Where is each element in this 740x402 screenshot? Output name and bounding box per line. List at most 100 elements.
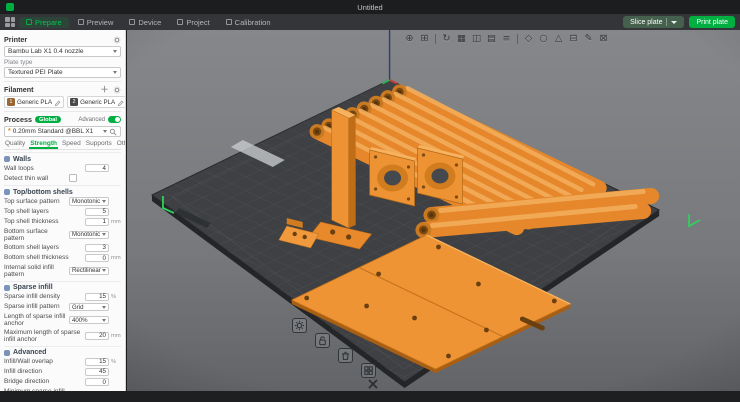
status-bar <box>0 391 740 402</box>
filament-slot-2[interactable]: 2 Generic PLA <box>67 96 126 108</box>
tab-prepare[interactable]: Prepare <box>19 17 69 28</box>
print-plate-button[interactable]: Print plate <box>689 16 735 28</box>
group-icon <box>4 156 10 162</box>
plate-close-icon[interactable] <box>367 378 379 390</box>
add-filament-icon[interactable]: ＋ <box>100 85 109 94</box>
setting-input[interactable]: 20 <box>85 332 109 341</box>
setting-input[interactable]: 5 <box>85 208 109 217</box>
plate-delete-button[interactable] <box>338 348 353 363</box>
toolbar-mirror-button[interactable]: ⊟ <box>567 32 580 46</box>
setting-label: Maximum length of sparse infill anchor <box>4 329 85 344</box>
process-preset-value: 0.20mm Standard @BBL X1 <box>13 128 101 135</box>
advanced-toggle-label: Advanced <box>78 117 105 123</box>
setting-label: Top shell layers <box>4 208 85 215</box>
setting-label: Bottom surface pattern <box>4 228 69 243</box>
tab-calibration[interactable]: Calibration <box>219 17 278 28</box>
toolbar-split-objects-button[interactable]: ◫ <box>470 32 483 46</box>
filament-name: Generic PLA <box>80 99 115 106</box>
toolbar-text-button[interactable]: ⊠ <box>597 32 610 46</box>
toolbar-variable-layer-button[interactable]: ≡ <box>500 32 513 46</box>
calibration-icon <box>226 19 232 25</box>
setting-input[interactable]: 1 <box>85 218 109 227</box>
process-scope-badge[interactable]: Global <box>35 116 61 123</box>
print-plate-label: Print plate <box>696 19 728 26</box>
filament-settings-gear-icon[interactable] <box>112 85 121 94</box>
setting-label: Top shell thickness <box>4 218 85 225</box>
printer-settings-gear-icon[interactable] <box>112 35 121 44</box>
toolbar-split-parts-button[interactable]: ▤ <box>485 32 498 46</box>
tab-others[interactable]: Others <box>116 140 126 147</box>
printer-header-label: Printer <box>4 35 27 44</box>
plate-settings-button[interactable] <box>292 318 307 333</box>
preview-icon <box>78 19 84 25</box>
settings-group-walls[interactable]: Walls <box>4 152 121 163</box>
tab-label: Preview <box>87 18 114 27</box>
slice-plate-button[interactable]: Slice plate <box>623 16 684 28</box>
filament-name: Generic PLA <box>17 99 52 106</box>
plate-lock-button[interactable] <box>315 333 330 348</box>
setting-input[interactable]: 3 <box>85 244 109 253</box>
plate-actions: Slice plate Print plate <box>623 16 735 28</box>
advanced-toggle[interactable] <box>108 116 121 123</box>
viewport-3d[interactable]: ⊕ ⊞ ↻ ▦ ◫ ▤ ≡ ◇ ○ △ ⊟ ✎ ⊠ <box>127 30 740 391</box>
chevron-down-icon <box>102 200 106 203</box>
edit-filament-icon[interactable] <box>117 99 124 106</box>
setting-label: Infill/Wall overlap <box>4 358 85 365</box>
setting-input[interactable]: 45 <box>85 368 109 377</box>
setting-select[interactable]: Rectilinear <box>69 267 109 276</box>
select-value: Rectilinear <box>72 267 101 274</box>
tab-project[interactable]: Project <box>170 17 216 28</box>
setting-input[interactable]: 4 <box>85 164 109 173</box>
plate-type-select[interactable]: Textured PEI Plate <box>4 67 121 78</box>
setting-input[interactable]: 0 <box>85 254 109 263</box>
setting-checkbox[interactable] <box>69 174 77 182</box>
plate-arrange-button[interactable] <box>361 363 376 378</box>
app-menu-icon[interactable] <box>5 17 15 27</box>
settings-group-advanced[interactable]: Advanced <box>4 346 121 357</box>
chevron-down-icon <box>113 71 117 74</box>
tab-strength[interactable]: Strength <box>29 140 58 147</box>
toolbar-add-button[interactable]: ⊕ <box>403 32 416 46</box>
setting-input[interactable]: 15 <box>85 358 109 367</box>
setting-unit: % <box>109 294 121 300</box>
settings-group-sparse-infill[interactable]: Sparse infill <box>4 281 121 292</box>
tab-label: Device <box>138 18 161 27</box>
setting-label: Infill direction <box>4 368 85 375</box>
toolbar-paint-button[interactable]: ✎ <box>582 32 595 46</box>
process-section-header: Process Global Advanced <box>4 111 121 124</box>
toolbar-add-plate-button[interactable]: ⊞ <box>418 32 431 46</box>
printer-preset-select[interactable]: Bambu Lab X1 0.4 nozzle <box>4 46 121 57</box>
filament-color-swatch: 1 <box>7 98 15 106</box>
process-header-label: Process <box>4 115 32 124</box>
tab-supports[interactable]: Supports <box>85 140 113 147</box>
setting-label: Internal solid infill pattern <box>4 264 69 279</box>
setting-select[interactable]: Monotonic <box>69 197 109 206</box>
tab-speed[interactable]: Speed <box>61 140 82 147</box>
setting-select[interactable]: 400% <box>69 316 109 325</box>
toolbar-arrange-button[interactable]: ▦ <box>455 32 468 46</box>
settings-group-shells[interactable]: Top/bottom shells <box>4 185 121 196</box>
filament-slot-1[interactable]: 1 Generic PLA <box>4 96 64 108</box>
tab-quality[interactable]: Quality <box>4 140 26 147</box>
toolbar-move-button[interactable]: ◇ <box>522 32 535 46</box>
setting-input[interactable]: 15 <box>85 293 109 302</box>
app-logo <box>6 3 14 11</box>
tab-preview[interactable]: Preview <box>71 17 121 28</box>
tab-device[interactable]: Device <box>122 17 168 28</box>
process-preset-select[interactable]: * 0.20mm Standard @BBL X1 <box>4 126 121 137</box>
select-value: 400% <box>72 317 88 324</box>
setting-row: Infill/Wall overlap 15 % <box>4 357 121 366</box>
chevron-down-icon[interactable] <box>671 21 677 24</box>
setting-select[interactable]: Monotonic <box>69 231 109 240</box>
setting-input[interactable]: 0 <box>85 378 109 387</box>
search-icon[interactable] <box>109 128 117 136</box>
toolbar-rotate-button[interactable]: ○ <box>537 32 550 46</box>
setting-row: Top surface pattern Monotonic <box>4 197 121 206</box>
edit-filament-icon[interactable] <box>54 99 61 106</box>
toolbar-auto-orient-button[interactable]: ↻ <box>440 32 453 46</box>
toolbar-scale-button[interactable]: △ <box>552 32 565 46</box>
chevron-down-icon <box>102 233 106 236</box>
select-value: Monotonic <box>72 198 100 205</box>
setting-row: Top shell layers 5 <box>4 207 121 216</box>
setting-select[interactable]: Grid <box>69 303 109 312</box>
